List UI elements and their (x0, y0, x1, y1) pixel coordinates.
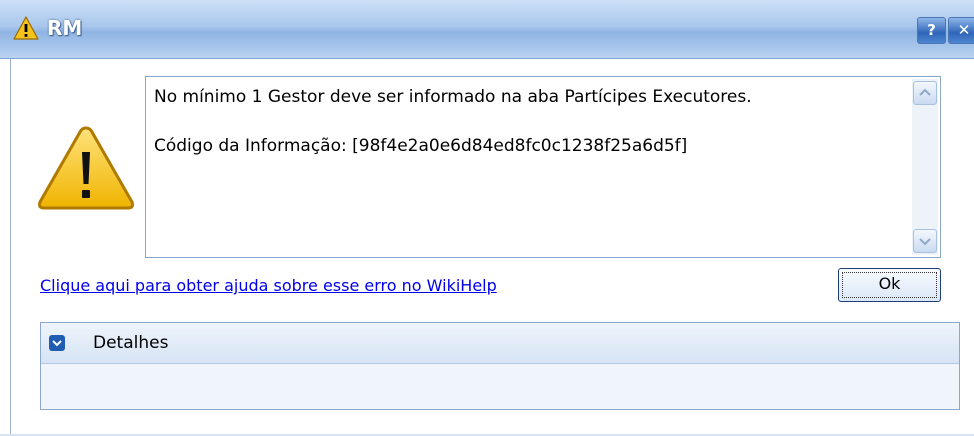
scroll-down-button[interactable] (913, 229, 937, 253)
message-box: No mínimo 1 Gestor deve ser informado na… (145, 76, 941, 258)
info-code: Código da Informação: [98f4e2a0e6d84ed8f… (154, 136, 688, 156)
details-toggle[interactable] (49, 335, 65, 351)
ok-button[interactable]: Ok (838, 268, 941, 302)
title-bar[interactable]: RM ? ✕ (0, 0, 974, 59)
close-button[interactable]: ✕ (948, 17, 974, 44)
details-panel: Detalhes (40, 322, 960, 410)
details-header[interactable]: Detalhes (41, 323, 959, 364)
error-dialog: RM ? ✕ No mínimo 1 Gestor deve ser infor… (0, 0, 974, 436)
details-label: Detalhes (93, 333, 169, 353)
message-scrollbar[interactable] (912, 79, 938, 255)
help-button[interactable]: ? (917, 17, 946, 44)
chevron-up-icon (919, 88, 931, 96)
warning-icon (38, 126, 134, 210)
scroll-up-button[interactable] (913, 81, 937, 105)
window-title: RM (47, 16, 83, 40)
chevron-down-icon (919, 238, 931, 246)
warning-icon (13, 16, 39, 40)
error-message: No mínimo 1 Gestor deve ser informado na… (154, 87, 752, 107)
chevron-down-icon (52, 340, 62, 347)
window-border (10, 59, 11, 436)
details-content (41, 364, 959, 409)
wikihelp-link[interactable]: Clique aqui para obter ajuda sobre esse … (40, 276, 497, 295)
